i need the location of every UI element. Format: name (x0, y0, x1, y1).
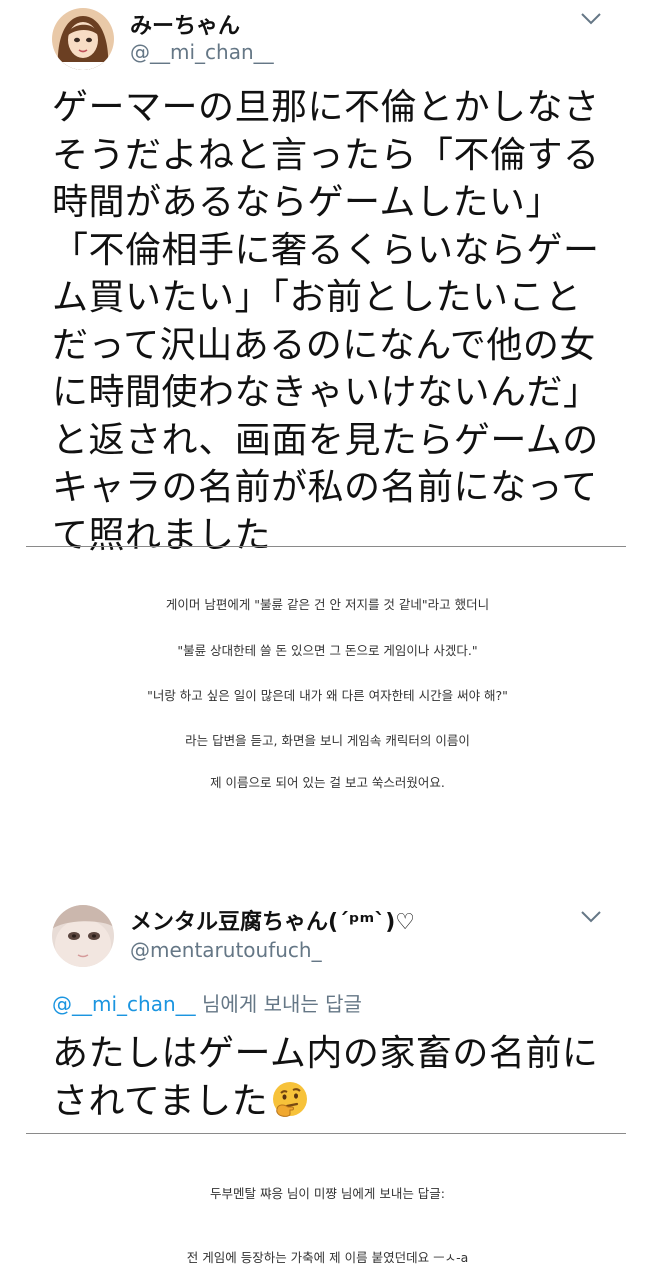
translation-line: "너랑 하고 싶은 일이 많은데 내가 왜 다른 여자한테 시간을 써야 해?" (147, 688, 508, 703)
tweet-line: ゲーマーの旦那に不倫とかしなさ (52, 87, 600, 128)
avatar[interactable] (52, 905, 114, 967)
user-handle[interactable]: @__mi_chan__ (130, 40, 274, 64)
tweet-line: 「不倫相手に奢るくらいならゲー (52, 229, 600, 271)
reply-label: 님에게 보내는 답글 (195, 992, 362, 1016)
chevron-down-icon[interactable] (580, 910, 602, 924)
tweet-line: キャラの名前が私の名前になって (52, 467, 598, 508)
tweet-line: あたしはゲーム内の家畜の名前に (52, 1033, 599, 1074)
translation-line: 제 이름으로 되어 있는 걸 보고 쑥스러웠어요. (210, 775, 445, 790)
tweet-line: と返され、画面を見たらゲームの (52, 419, 599, 461)
translation-line: 두부멘탈 쨔응 님이 미쨩 님에게 보내는 답글: (209, 1186, 446, 1201)
tweet-line: に時間使わなきゃいけないんだ」 (52, 372, 600, 413)
tweet-1: みーちゃん @__mi_chan__ ゲーマーの旦那に不倫とかしなさ そうだよね… (0, 0, 655, 556)
tweet-2: メンタル豆腐ちゃん(´ᵖᵐ`)♡ @mentarutoufuch_ @__mi_… (0, 900, 655, 1134)
avatar[interactable] (52, 8, 114, 70)
tweet-line: て照れました (52, 514, 272, 556)
display-name[interactable]: みーちゃん (130, 8, 240, 40)
translation-line: 게이머 남편에게 "불륜 같은 건 안 저지를 것 같네"라고 했더니 (165, 597, 490, 612)
user-handle[interactable]: @mentarutoufuch_ (130, 938, 322, 962)
display-name[interactable]: メンタル豆腐ちゃん(´ᵖᵐ`)♡ (130, 904, 415, 936)
tweet-line: だって沢山あるのになんで他の女 (52, 324, 596, 366)
thinking-face-icon (273, 1081, 308, 1117)
tweet-line: されてました (52, 1080, 269, 1122)
translation-line: "불륜 상대한테 쓸 돈 있으면 그 돈으로 게임이나 사겠다." (177, 643, 478, 658)
tweet-line: 時間があるならゲームしたい」 (52, 182, 562, 223)
tweet-text: ゲーマーの旦那に不倫とかしなさ そうだよねと言ったら「不倫する 時間があるならゲ… (52, 84, 612, 559)
tweet-text: あたしはゲーム内の家畜の名前に されてました (52, 1030, 612, 1125)
tweet-line-with-emoji: されてました (52, 1078, 612, 1126)
divider (26, 546, 626, 547)
tweet-line: ム買いたい」「お前としたいこと (52, 277, 582, 318)
translation-line: 라는 답변을 듣고, 화면을 보니 게임속 캐릭터의 이름이 (185, 733, 470, 748)
chevron-down-icon[interactable] (580, 12, 602, 26)
translation-line: 전 게임에 등장하는 가축에 제 이름 붙였던데요 ㅡㅅ-a (186, 1250, 469, 1265)
tweet-line: そうだよねと言ったら「不倫する (52, 134, 600, 176)
reply-to-line: @__mi_chan__ 님에게 보내는 답글 (52, 988, 362, 1017)
divider (26, 1133, 626, 1134)
reply-mention-link[interactable]: @__mi_chan__ (52, 992, 196, 1016)
